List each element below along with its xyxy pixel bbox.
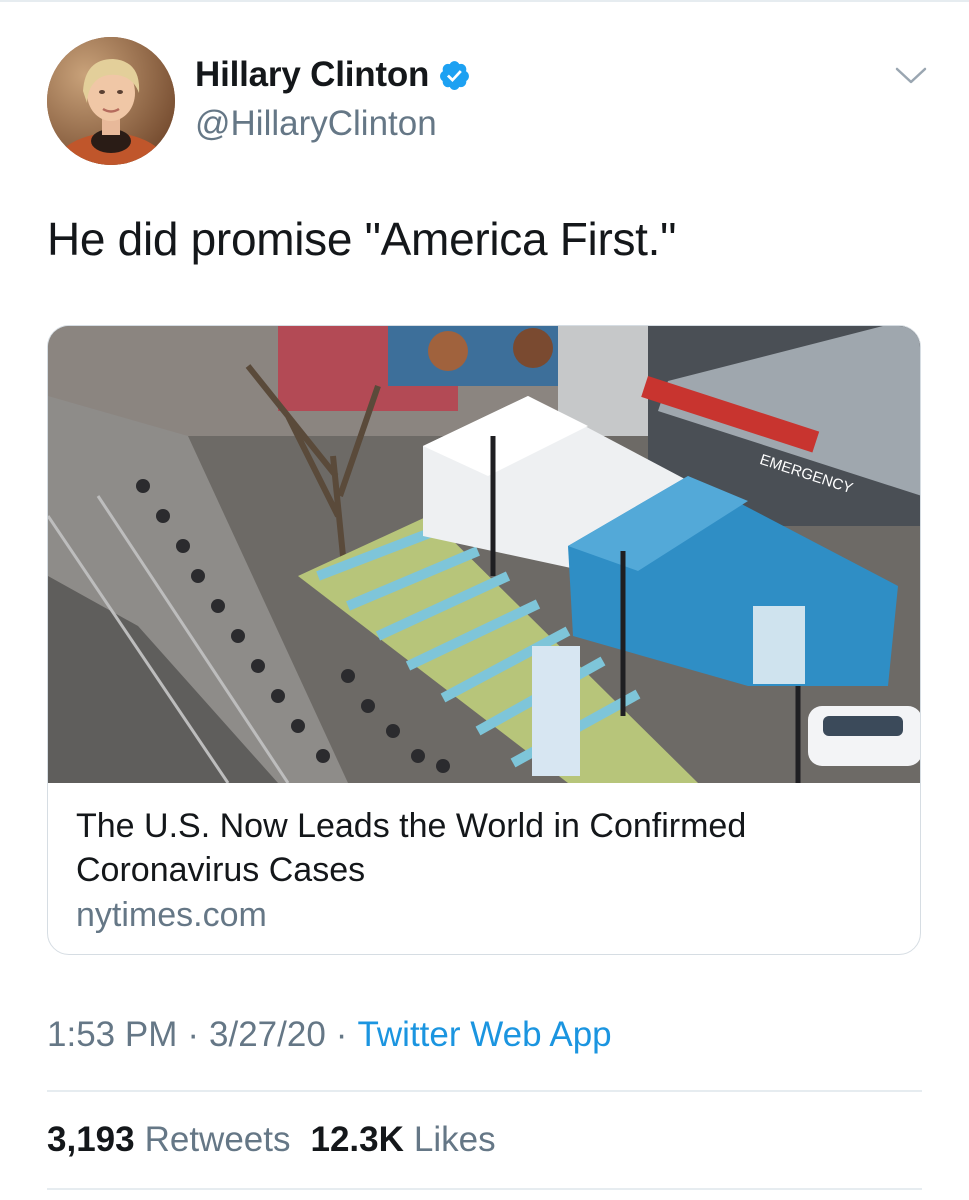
likes-label: Likes: [413, 1120, 496, 1159]
author-handle[interactable]: @HillaryClinton: [195, 104, 437, 144]
retweets-stat[interactable]: 3,193 Retweets: [47, 1120, 291, 1160]
tweet-source-link[interactable]: Twitter Web App: [357, 1015, 611, 1055]
likes-count: 12.3K: [310, 1120, 404, 1159]
tweet-text: He did promise "America First.": [47, 213, 677, 265]
author-name-row[interactable]: Hillary Clinton: [195, 55, 471, 95]
top-divider: [0, 0, 969, 2]
card-photo: EMERGENCY: [48, 326, 920, 783]
card-domain: nytimes.com: [76, 896, 267, 934]
tweet-meta: 1:53 PM · 3/27/20 · Twitter Web App: [47, 1015, 612, 1055]
link-card[interactable]: EMERGENCY The U.S. Now Leads the World i…: [47, 325, 921, 955]
tweet-stats: 3,193 Retweets 12.3K Likes: [47, 1120, 496, 1160]
retweets-label: Retweets: [144, 1120, 291, 1159]
card-title: The U.S. Now Leads the World in Confirme…: [76, 807, 747, 889]
tweet-date[interactable]: 3/27/20: [209, 1015, 326, 1055]
likes-stat[interactable]: 12.3K Likes: [311, 1120, 496, 1160]
tweet-time[interactable]: 1:53 PM: [47, 1015, 177, 1055]
meta-separator: ·: [187, 1015, 200, 1054]
retweets-count: 3,193: [47, 1120, 135, 1159]
verified-badge-icon: [440, 60, 470, 90]
avatar-image: [47, 37, 175, 165]
author-name: Hillary Clinton: [195, 55, 430, 94]
divider: [47, 1090, 922, 1092]
meta-separator: ·: [335, 1015, 348, 1054]
divider: [47, 1188, 922, 1190]
chevron-down-icon[interactable]: [893, 62, 929, 88]
avatar[interactable]: [47, 37, 175, 165]
